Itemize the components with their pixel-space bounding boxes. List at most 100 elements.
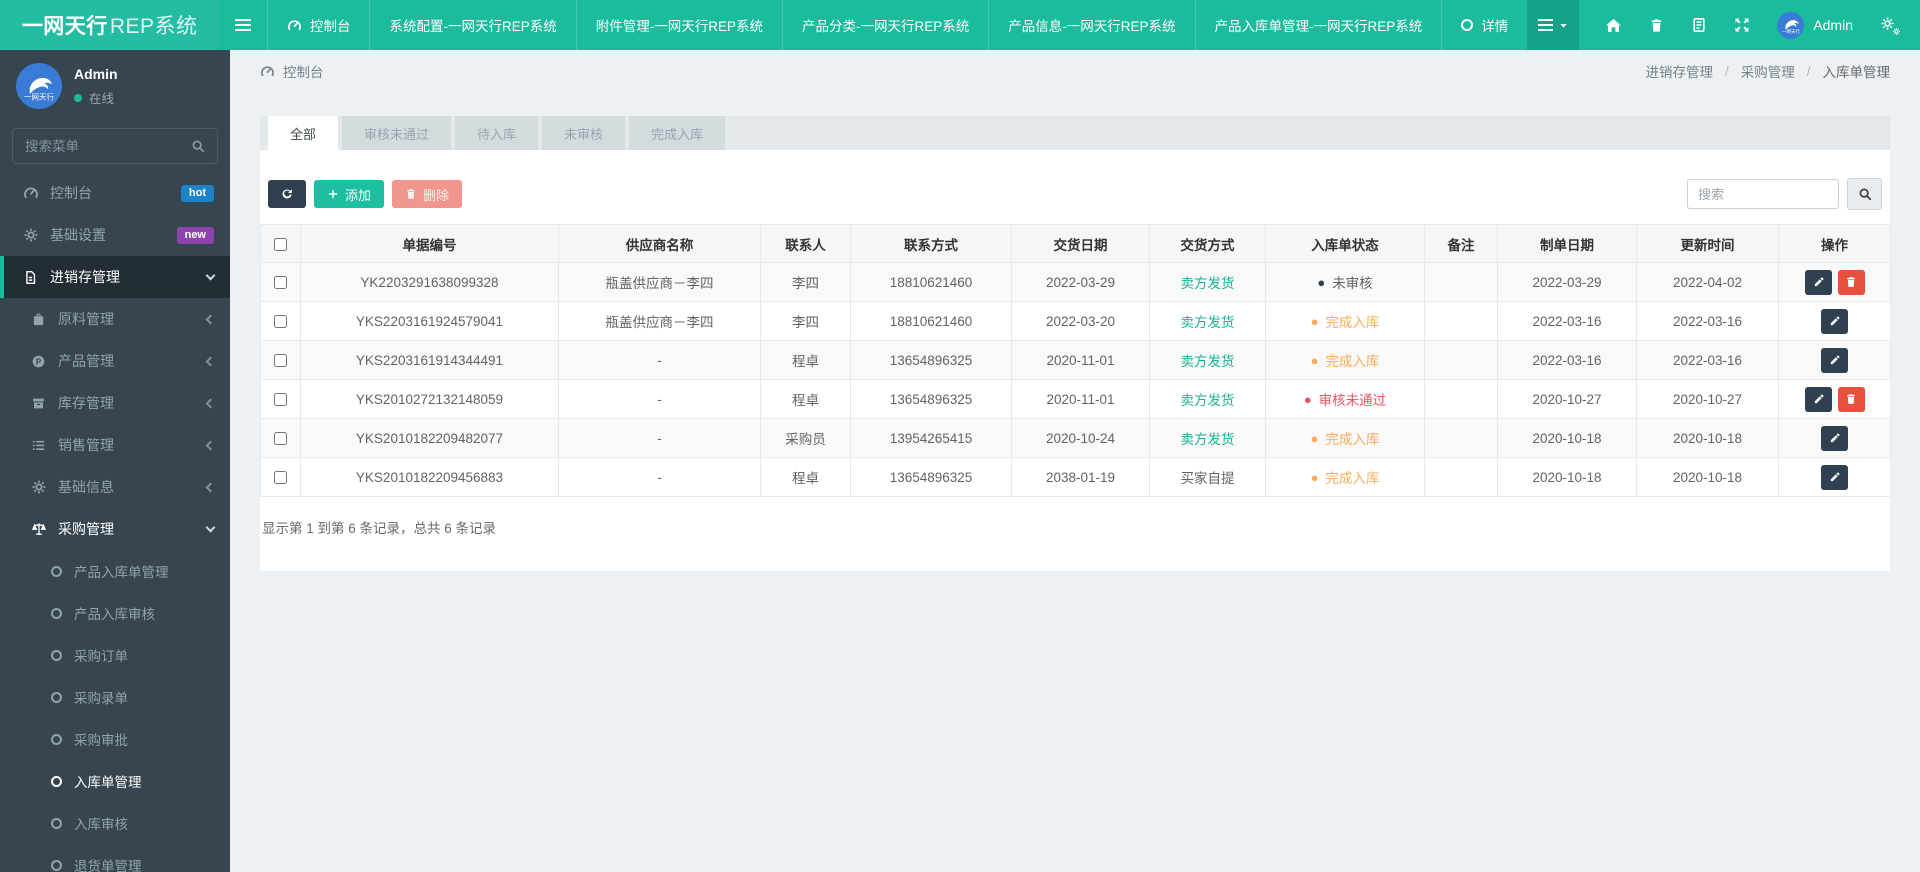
sidebar-item-purchase-approval[interactable]: 采购审批 (0, 718, 230, 760)
nav-tab-label: 产品入库单管理-一网天行REP系统 (1214, 19, 1423, 34)
record-count-summary: 显示第 1 到第 6 条记录，总共 6 条记录 (262, 521, 497, 536)
chevron-left-icon (205, 482, 216, 492)
status-dot-icon: ● (1310, 313, 1319, 329)
edit-button[interactable] (1821, 347, 1848, 373)
nav-tab-product-category[interactable]: 产品分类-一网天行REP系统 (782, 0, 988, 50)
edit-button[interactable] (1804, 269, 1832, 295)
sidebar-item-inbound-mgmt[interactable]: 入库单管理 (0, 760, 230, 802)
nav-tab-product-info[interactable]: 产品信息-一网天行REP系统 (988, 0, 1194, 50)
nav-tab-attachments[interactable]: 附件管理-一网天行REP系统 (575, 0, 782, 50)
updated-date: 2020-10-27 (1672, 391, 1743, 407)
status-badge: ● 完成入库 (1310, 352, 1380, 370)
sidebar-toggle-button[interactable] (219, 0, 267, 50)
row-checkbox[interactable] (274, 354, 287, 368)
table-row: YKS2010272132148059 - 程卓 13654896325 202… (260, 379, 1891, 419)
updated-date: 2022-04-02 (1672, 274, 1743, 290)
tab-list-dropdown-button[interactable] (1527, 0, 1580, 50)
nav-tab-product-inbound[interactable]: 产品入库单管理-一网天行REP系统 (1194, 0, 1442, 50)
add-button[interactable]: 添加 (314, 180, 385, 208)
search-icon[interactable] (191, 137, 205, 155)
delete-button[interactable] (1837, 269, 1865, 295)
nav-tab-detail[interactable]: 详情 (1441, 0, 1527, 50)
breadcrumb-home[interactable]: 控制台 (260, 61, 324, 81)
sidebar-item-product-inbound-mgmt[interactable]: 产品入库单管理 (0, 550, 230, 592)
refresh-button[interactable] (268, 180, 306, 208)
sidebar-menu: 控制台 hot 基础设置 new 进销存管理 原料管理 产品管理 库存管理 销售… (0, 172, 230, 872)
sidebar-item-base-info[interactable]: 基础信息 (0, 466, 230, 508)
sidebar-item-return-mgmt[interactable]: 退货单管理 (0, 844, 230, 872)
settings-button[interactable] (1880, 16, 1900, 34)
search-input[interactable] (1687, 179, 1839, 209)
circle-o-icon (51, 607, 62, 619)
select-all-checkbox[interactable] (274, 237, 287, 251)
sidebar-item-materials[interactable]: 原料管理 (0, 298, 230, 340)
refresh-icon (280, 187, 294, 201)
row-checkbox[interactable] (274, 393, 287, 407)
avatar (1777, 11, 1805, 39)
edit-button[interactable] (1821, 308, 1848, 334)
sidebar-item-base-settings[interactable]: 基础设置 new (0, 214, 230, 256)
user-menu[interactable]: Admin (1777, 11, 1853, 39)
clear-button[interactable] (1649, 18, 1664, 33)
delivery-mode: 买家自提 (1180, 471, 1235, 486)
search-button[interactable] (1847, 178, 1882, 210)
delivery-mode: 卖方发货 (1180, 276, 1235, 291)
nav-tab-dashboard[interactable]: 控制台 (266, 0, 370, 50)
sidebar-item-inventory[interactable]: 库存管理 (0, 382, 230, 424)
status-dot-icon: ● (1310, 469, 1319, 485)
user-profile: Admin 在线 (0, 50, 230, 120)
filter-tab-unaudited[interactable]: 未审核 (542, 116, 626, 150)
supplier: - (657, 391, 662, 407)
online-dot-icon (74, 93, 82, 102)
sidebar-item-product-inbound-audit[interactable]: 产品入库审核 (0, 592, 230, 634)
avatar[interactable] (16, 63, 62, 109)
fullscreen-button[interactable] (1734, 17, 1750, 33)
filter-tab-pending-inbound[interactable]: 待入库 (455, 116, 539, 150)
sidebar-item-purchase-entry[interactable]: 采购录单 (0, 676, 230, 718)
home-button[interactable] (1605, 17, 1622, 34)
menu-icon (235, 24, 252, 26)
delete-button-disabled[interactable]: 删除 (392, 180, 463, 208)
edit-button[interactable] (1804, 386, 1832, 412)
edit-button[interactable] (1821, 425, 1848, 451)
delivery-date: 2020-10-24 (1045, 430, 1116, 446)
nav-tab-label: 产品信息-一网天行REP系统 (1008, 19, 1176, 34)
bag-icon (30, 312, 47, 327)
status-badge: ● 审核未通过 (1303, 391, 1387, 409)
delete-button[interactable] (1837, 386, 1865, 412)
status-dot-icon: ● (1317, 274, 1326, 290)
edit-button[interactable] (1821, 464, 1848, 490)
nav-tab-label: 附件管理-一网天行REP系统 (595, 19, 764, 34)
brand-rest: REP系统 (109, 15, 198, 38)
menu-search-input[interactable] (25, 138, 183, 154)
sidebar-item-products[interactable]: 产品管理 (0, 340, 230, 382)
col-contact: 联系人 (760, 224, 851, 263)
sidebar-item-dashboard[interactable]: 控制台 hot (0, 172, 230, 214)
trash-icon (405, 188, 417, 200)
status-dot-icon: ● (1310, 352, 1319, 368)
chevron-left-icon (205, 356, 216, 366)
filter-tab-inbound-done[interactable]: 完成入库 (629, 116, 726, 150)
filter-tab-audit-failed[interactable]: 审核未通过 (342, 116, 452, 150)
delivery-date: 2020-11-01 (1046, 391, 1115, 407)
sidebar-item-purchase-order[interactable]: 采购订单 (0, 634, 230, 676)
phone: 13954265415 (889, 430, 973, 446)
table-row: YKS2203161924579041 瓶盖供应商－李四 李四 18810621… (260, 301, 1891, 341)
nav-tab-system-config[interactable]: 系统配置-一网天行REP系统 (369, 0, 575, 50)
breadcrumb-item[interactable]: 进销存管理 (1645, 61, 1713, 81)
chevron-down-icon (205, 522, 216, 533)
filter-tab-all[interactable]: 全部 (268, 116, 339, 150)
sidebar-item-psi[interactable]: 进销存管理 (0, 256, 230, 298)
circle-o-icon (51, 859, 62, 871)
log-button[interactable] (1691, 17, 1707, 33)
row-checkbox[interactable] (274, 471, 287, 485)
row-checkbox[interactable] (274, 276, 287, 290)
sidebar-item-purchase[interactable]: 采购管理 (0, 508, 230, 550)
row-checkbox[interactable] (274, 432, 287, 446)
row-checkbox[interactable] (274, 315, 287, 329)
sidebar-item-inbound-audit[interactable]: 入库审核 (0, 802, 230, 844)
breadcrumb-item[interactable]: 采购管理 (1741, 61, 1795, 81)
status-badge: ● 完成入库 (1310, 313, 1380, 331)
delivery-date: 2022-03-20 (1045, 313, 1116, 329)
sidebar-item-sales[interactable]: 销售管理 (0, 424, 230, 466)
